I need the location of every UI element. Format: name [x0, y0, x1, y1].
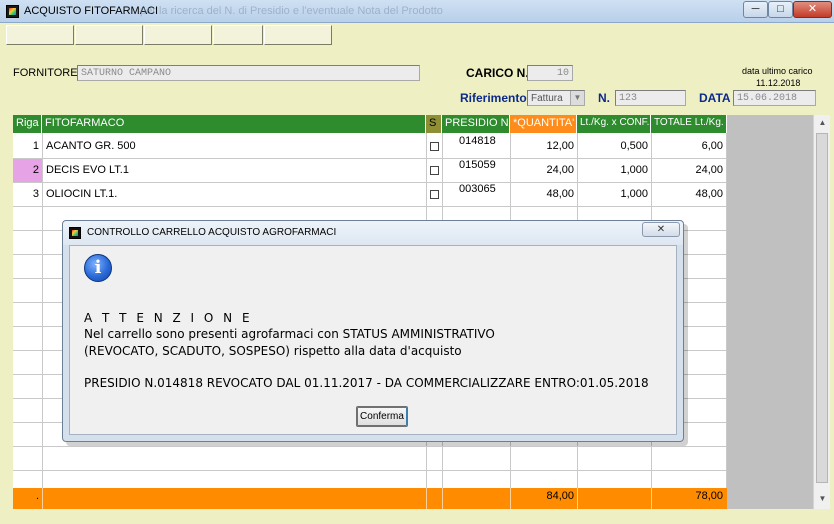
- column-header-conf[interactable]: Lt./Kg. x CONF.: [577, 115, 651, 133]
- dialog-message-presidio: PRESIDIO N.014818 REVOCATO DAL 01.11.201…: [84, 376, 649, 390]
- minimize-button[interactable]: ─: [743, 1, 768, 18]
- grid-line: [426, 488, 427, 509]
- grid-line: [577, 488, 578, 509]
- window-ghost-title: per la ricerca del N. di Presidio e l'ev…: [140, 5, 443, 17]
- row-3-presidio[interactable]: 003065: [459, 179, 507, 199]
- toolbar-button-1[interactable]: [6, 25, 74, 45]
- row-1-fitofarmaco[interactable]: ACANTO GR. 500: [46, 136, 422, 156]
- app-icon: [6, 5, 19, 18]
- dialog-message-attention: A T T E N Z I O N E: [84, 311, 253, 325]
- totals-quantita: 84,00: [546, 490, 574, 502]
- row-3-conf[interactable]: 1,000: [577, 184, 648, 204]
- right-panel: [727, 115, 813, 509]
- riferimento-value: Fattura: [531, 93, 563, 104]
- ultimo-carico-label: data ultimo carico: [742, 66, 813, 76]
- row-3-riga[interactable]: 3: [13, 184, 39, 204]
- toolbar-button-2[interactable]: [75, 25, 143, 45]
- window-title: ACQUISTO FITOFARMACI: [24, 5, 159, 17]
- totals-totale: 78,00: [695, 490, 723, 502]
- totals-row: [13, 488, 727, 509]
- row-2-totale[interactable]: 24,00: [651, 160, 723, 180]
- n-label: N.: [598, 91, 610, 105]
- row-1-conf[interactable]: 0,500: [577, 136, 648, 156]
- carico-field[interactable]: 10: [527, 65, 573, 81]
- row-2-conf[interactable]: 1,000: [577, 160, 648, 180]
- checkbox-icon[interactable]: [430, 190, 439, 199]
- toolbar-button-5[interactable]: [264, 25, 332, 45]
- column-header-fitofarmaco[interactable]: FITOFARMACO: [42, 115, 426, 133]
- grid-line: [13, 158, 727, 159]
- chevron-down-icon[interactable]: ▼: [570, 91, 584, 105]
- dialog-message-line-2: (REVOCATO, SCADUTO, SOSPESO) rispetto al…: [84, 344, 462, 358]
- close-button[interactable]: ✕: [793, 1, 832, 18]
- scroll-down-icon[interactable]: ▼: [814, 491, 831, 507]
- row-2-quantita[interactable]: 24,00: [510, 160, 574, 180]
- alert-dialog: CONTROLLO CARRELLO ACQUISTO AGROFARMACI …: [62, 220, 684, 442]
- grid-line: [442, 488, 443, 509]
- grid-line: [13, 470, 727, 471]
- scroll-thumb[interactable]: [816, 133, 828, 483]
- riferimento-label: Riferimento: [460, 91, 527, 105]
- row-1-quantita[interactable]: 12,00: [510, 136, 574, 156]
- checkbox-icon[interactable]: [430, 142, 439, 151]
- info-icon: i: [84, 254, 112, 282]
- grid-line: [42, 133, 43, 488]
- toolbar-button-4[interactable]: [213, 25, 263, 45]
- column-header-quantita[interactable]: *QUANTITA': [510, 115, 577, 133]
- vertical-scrollbar[interactable]: ▲ ▼: [813, 115, 830, 509]
- app-icon: [69, 227, 81, 239]
- column-header-s[interactable]: S: [426, 115, 442, 133]
- grid-line: [42, 488, 43, 509]
- data-field[interactable]: 15.06.2018: [733, 90, 816, 106]
- toolbar-button-3[interactable]: [144, 25, 212, 45]
- column-header-totale[interactable]: TOTALE Lt./Kg.: [651, 115, 727, 133]
- row-2-presidio[interactable]: 015059: [459, 155, 507, 175]
- row-2-riga[interactable]: 2: [13, 160, 39, 180]
- confirm-button[interactable]: Conferma: [356, 406, 408, 427]
- row-1-totale[interactable]: 6,00: [651, 136, 723, 156]
- row-3-quantita[interactable]: 48,00: [510, 184, 574, 204]
- data-label: DATA: [699, 91, 731, 105]
- grid-line: [726, 133, 727, 488]
- grid-line: [13, 446, 727, 447]
- dialog-body: i A T T E N Z I O N E Nel carrello sono …: [69, 245, 677, 435]
- carico-label: CARICO N.: [466, 66, 529, 80]
- title-bar: ACQUISTO FITOFARMACI per la ricerca del …: [0, 0, 834, 23]
- dialog-message-line-1: Nel carrello sono presenti agrofarmaci c…: [84, 327, 495, 341]
- ultimo-carico-value: 11.12.2018: [756, 78, 801, 88]
- riferimento-select[interactable]: Fattura ▼: [527, 90, 585, 106]
- dialog-close-button[interactable]: ✕: [642, 222, 680, 237]
- maximize-button[interactable]: □: [768, 1, 793, 18]
- dialog-title: CONTROLLO CARRELLO ACQUISTO AGROFARMACI: [87, 227, 337, 238]
- checkbox-icon[interactable]: [430, 166, 439, 175]
- fornitore-field[interactable]: SATURNO CAMPANO: [77, 65, 420, 81]
- scroll-up-icon[interactable]: ▲: [814, 115, 831, 131]
- row-1-presidio[interactable]: 014818: [459, 131, 507, 151]
- fornitore-label: FORNITORE: [13, 67, 78, 79]
- n-field[interactable]: 123: [615, 90, 686, 106]
- row-3-totale[interactable]: 48,00: [651, 184, 723, 204]
- column-header-riga[interactable]: Riga: [13, 115, 42, 133]
- row-2-fitofarmaco[interactable]: DECIS EVO LT.1: [46, 160, 422, 180]
- bottom-strip: [0, 509, 834, 524]
- grid-line: [13, 182, 727, 183]
- row-1-riga[interactable]: 1: [13, 136, 39, 156]
- grid-line: [13, 206, 727, 207]
- row-3-fitofarmaco[interactable]: OLIOCIN LT.1.: [46, 184, 422, 204]
- totals-riga: .: [35, 490, 39, 502]
